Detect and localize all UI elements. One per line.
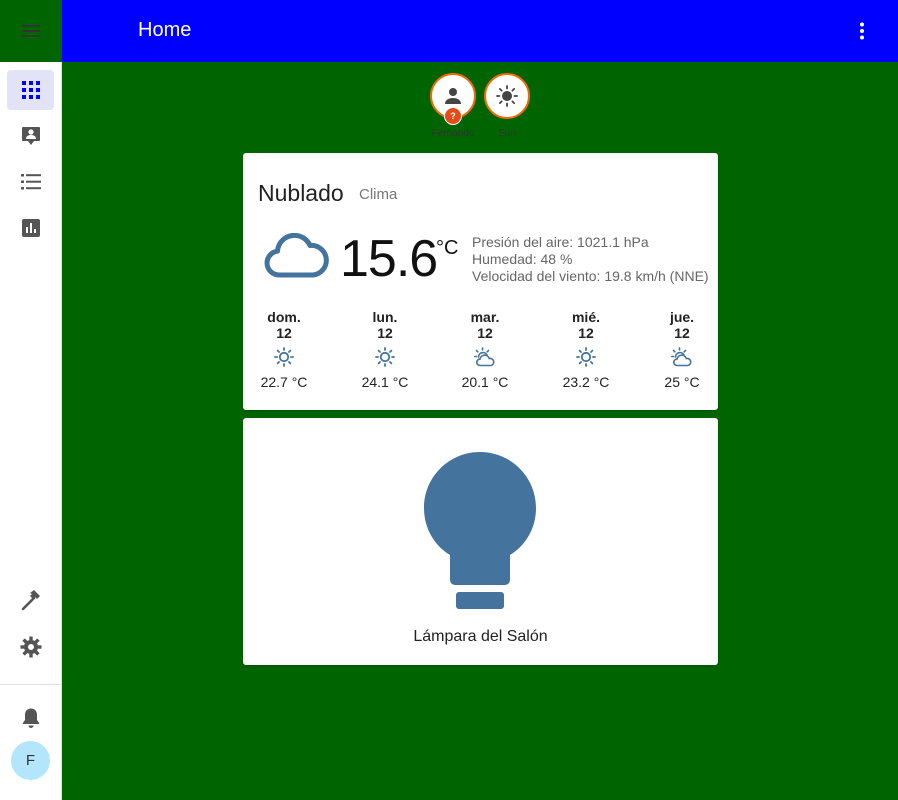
sidebar-item-settings[interactable] — [7, 627, 54, 667]
weather-attributes: Presión del aire: 1021.1 hPa Humedad: 48… — [472, 234, 709, 285]
hammer-icon — [21, 590, 40, 611]
forecast-date: 12 — [477, 325, 493, 341]
forecast-day: dom. — [267, 309, 301, 325]
forecast-item: jue. 12 25 °C — [647, 309, 717, 390]
forecast-day: lun. — [372, 309, 398, 325]
weather-state: Nublado — [258, 180, 344, 206]
sidebar-item-notifications[interactable] — [7, 698, 54, 738]
sidebar-item-developer[interactable] — [7, 580, 54, 620]
weather-source: Clima — [359, 186, 398, 203]
forecast-temp: 20.1 °C — [461, 374, 509, 390]
user-avatar[interactable]: F — [11, 741, 50, 780]
lightbulb-icon[interactable] — [423, 452, 537, 617]
gear-icon — [20, 636, 41, 658]
weather-unit: °C — [436, 237, 459, 259]
sunny-icon — [375, 347, 395, 367]
forecast-date: 12 — [674, 325, 690, 341]
forecast-item: mar. 12 20.1 °C — [450, 309, 520, 390]
sun-icon — [496, 85, 518, 107]
hamburger-icon — [22, 25, 40, 37]
cloudy-icon — [263, 232, 329, 284]
badge-circle — [484, 73, 530, 119]
list-icon — [20, 174, 41, 190]
light-name: Lámpara del Salón — [413, 628, 548, 645]
sidebar-item-overview[interactable] — [7, 70, 54, 110]
forecast-day: jue. — [669, 309, 695, 325]
menu-button[interactable] — [0, 0, 62, 62]
forecast-date: 12 — [276, 325, 292, 341]
forecast-temp: 22.7 °C — [260, 374, 308, 390]
forecast-date: 12 — [377, 325, 393, 341]
sidebar-item-logbook[interactable] — [7, 116, 54, 156]
sunny-icon — [576, 347, 596, 367]
weather-card[interactable]: Nublado Clima 15.6 °C Presión del aire: … — [243, 153, 718, 410]
forecast-item: mié. 12 23.2 °C — [551, 309, 621, 390]
weather-pressure: Presión del aire: 1021.1 hPa — [472, 234, 649, 250]
sidebar-item-history[interactable] — [7, 208, 54, 248]
forecast: dom. 12 22.7 °C lun. 12 24.1 °C mar. 12 … — [243, 309, 718, 390]
sunny-icon — [274, 347, 294, 367]
forecast-date: 12 — [578, 325, 594, 341]
overflow-menu-button[interactable] — [850, 19, 874, 43]
bell-icon — [22, 708, 39, 728]
sidebar-divider — [0, 684, 62, 685]
dots-vertical-icon — [860, 22, 864, 40]
light-card[interactable]: Lámpara del Salón — [243, 418, 718, 665]
status-badge: ? — [444, 107, 462, 125]
partly-cloudy-icon — [671, 347, 692, 367]
forecast-item: dom. 12 22.7 °C — [249, 309, 319, 390]
badge-label: Fernando — [431, 128, 475, 139]
weather-temperature: 15.6 — [340, 230, 438, 288]
badge-sun[interactable]: Sun — [484, 73, 530, 139]
account-box-icon — [21, 127, 40, 145]
badge-fernando[interactable]: ? Fernando — [430, 73, 476, 139]
forecast-item: lun. 12 24.1 °C — [350, 309, 420, 390]
grid-icon — [21, 81, 40, 99]
weather-wind: Velocidad del viento: 19.8 km/h (NNE) — [472, 268, 709, 284]
person-icon — [445, 88, 461, 104]
forecast-temp: 25 °C — [664, 374, 700, 390]
forecast-day: mié. — [571, 309, 600, 325]
forecast-temp: 23.2 °C — [562, 374, 610, 390]
badge-label: Sun — [498, 128, 516, 139]
page-title: Home — [138, 19, 192, 41]
partly-cloudy-icon — [474, 347, 495, 367]
weather-humidity: Humedad: 48 % — [472, 251, 573, 267]
forecast-day: mar. — [470, 309, 500, 325]
sidebar-item-todo[interactable] — [7, 162, 54, 202]
badge-circle: ? — [430, 73, 476, 125]
sidebar: F — [0, 0, 62, 800]
app-header: Home — [62, 0, 898, 62]
chart-icon — [21, 219, 40, 237]
forecast-temp: 24.1 °C — [361, 374, 409, 390]
